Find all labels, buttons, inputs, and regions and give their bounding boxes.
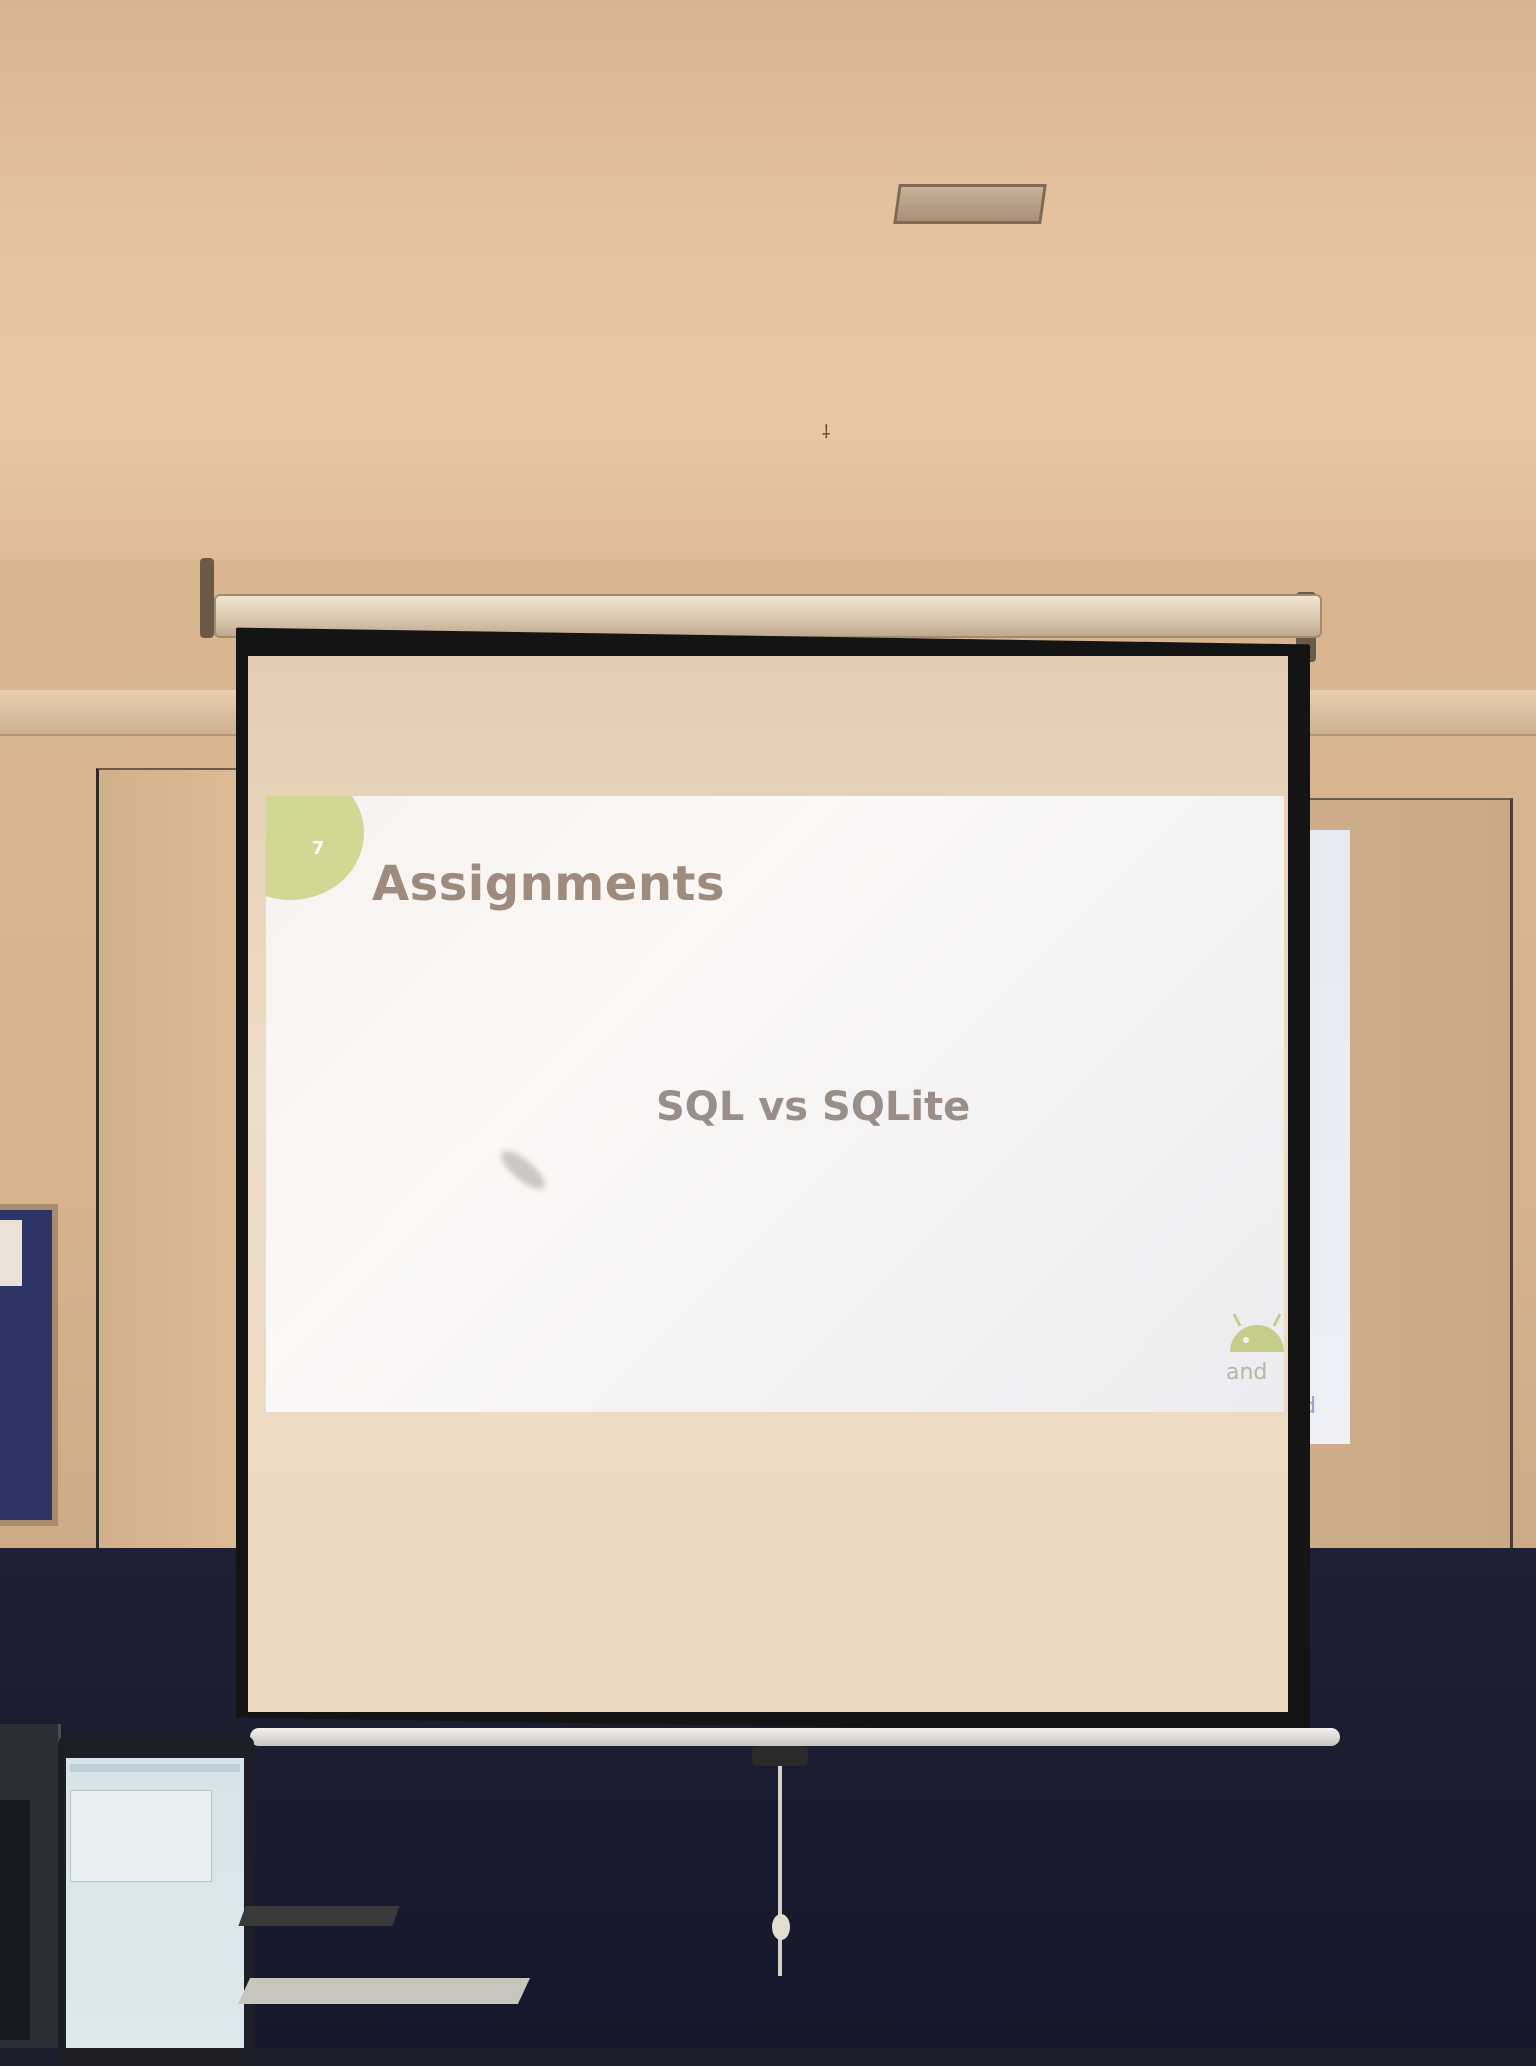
side-monitor-screen <box>0 1800 30 2040</box>
left-cabinet <box>96 768 245 1560</box>
ceiling <box>0 0 1536 560</box>
android-logo-text: and <box>1226 1360 1268 1385</box>
desk-surface <box>237 1978 531 2004</box>
cord-knob <box>772 1914 790 1940</box>
pull-handle <box>752 1746 808 1766</box>
ceiling-hook-icon: ⸸ <box>822 422 831 443</box>
monitor-toolbar <box>70 1764 240 1772</box>
notice-paper <box>0 1220 22 1286</box>
screen-bottom-bar <box>250 1728 1340 1746</box>
android-logo-icon <box>1230 1313 1284 1352</box>
rod-bracket-left <box>200 558 214 638</box>
desk-edge <box>238 1906 400 1926</box>
slide-title: Assignments <box>372 856 726 912</box>
slide-body-text: SQL vs SQLite <box>656 1084 971 1130</box>
monitor-panel <box>70 1790 212 1882</box>
pull-cord <box>778 1746 782 1976</box>
slide-number: 7 <box>311 838 325 859</box>
ceiling-vent-icon <box>893 184 1047 224</box>
